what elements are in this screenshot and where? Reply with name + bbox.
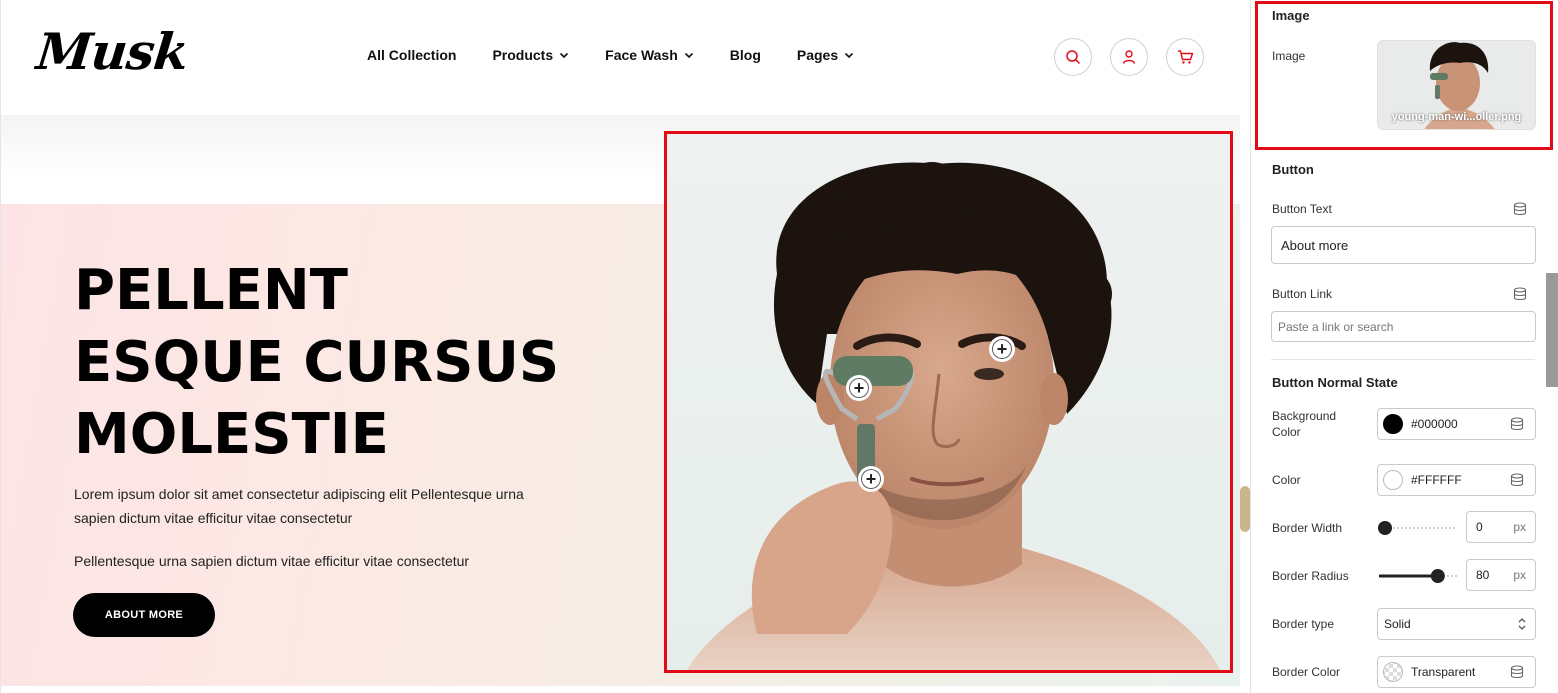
database-icon[interactable] [1510, 417, 1524, 431]
border-type-label: Border type [1272, 617, 1335, 631]
background-color-value: #000000 [1411, 417, 1458, 431]
hotspot-plus-button[interactable]: + [846, 375, 872, 401]
panel-scrollbar-thumb[interactable] [1546, 273, 1558, 387]
button-link-input[interactable]: Paste a link or search [1271, 311, 1536, 342]
button-text-input[interactable]: About more [1271, 226, 1536, 264]
border-color-label: Border Color [1272, 665, 1341, 679]
unit-label: px [1513, 568, 1526, 582]
border-radius-value: 80 [1476, 568, 1490, 582]
border-width-slider-track [1378, 521, 1457, 535]
hero-paragraph: Lorem ipsum dolor sit amet consectetur a… [74, 486, 524, 526]
border-type-select[interactable]: Solid [1377, 608, 1536, 640]
about-more-button[interactable]: ABOUT MORE [73, 593, 215, 637]
color-swatch [1383, 414, 1403, 434]
unit-label: px [1513, 520, 1526, 534]
database-icon[interactable] [1513, 287, 1527, 301]
search-icon [1066, 50, 1081, 65]
transparent-swatch [1383, 662, 1403, 682]
border-type-value: Solid [1384, 617, 1411, 631]
border-radius-label: Border Radius [1272, 569, 1349, 583]
nav-item-label: Products [492, 47, 554, 63]
nav-item-blog[interactable]: Blog [730, 47, 761, 63]
nav-item-all-collection[interactable]: All Collection [367, 47, 456, 63]
section-divider [1271, 359, 1535, 360]
hero-title-line: PELLENT [74, 258, 348, 323]
hotspot-plus-button[interactable]: + [858, 466, 884, 492]
main-nav: All Collection Products Face Wash Blog P… [367, 47, 854, 63]
hero-title-line: MOLESTIE [74, 402, 389, 467]
page-preview: Musk All Collection Products Face Wash B… [0, 0, 1240, 693]
button-text-label: Button Text [1272, 202, 1332, 216]
hero-image-selected[interactable]: + + + [664, 131, 1233, 673]
border-width-input[interactable]: 0 px [1466, 511, 1536, 543]
text-color-value: #FFFFFF [1411, 473, 1462, 487]
border-width-value: 0 [1476, 520, 1483, 534]
select-arrows-icon [1518, 618, 1526, 630]
database-icon[interactable] [1510, 473, 1524, 487]
border-width-label: Border Width [1272, 521, 1343, 535]
background-color-label: Background Color [1272, 409, 1337, 439]
preview-scrollbar-thumb[interactable] [1240, 486, 1250, 532]
color-swatch [1383, 470, 1403, 490]
normal-state-title: Button Normal State [1272, 375, 1398, 390]
hotspot-plus-button[interactable]: + [989, 336, 1015, 362]
search-button[interactable] [1054, 38, 1092, 76]
nav-item-label: Blog [729, 47, 761, 63]
cart-icon [1177, 50, 1193, 64]
selection-highlight [1255, 1, 1553, 150]
border-radius-slider[interactable] [1377, 568, 1459, 584]
site-header: Musk All Collection Products Face Wash B… [1, 0, 1240, 115]
nav-item-face-wash[interactable]: Face Wash [605, 47, 694, 63]
nav-item-label: Pages [796, 47, 839, 63]
site-logo[interactable]: Musk [34, 22, 191, 81]
chevron-down-icon [684, 52, 693, 59]
user-icon [1122, 50, 1136, 64]
button-section-title: Button [1272, 162, 1314, 177]
color-label: Color [1272, 473, 1301, 487]
chevron-down-icon [560, 52, 569, 59]
account-button[interactable] [1110, 38, 1148, 76]
nav-item-label: Face Wash [605, 47, 678, 63]
nav-item-label: All Collection [367, 47, 457, 63]
hero-portrait-image [687, 162, 1220, 670]
cart-button[interactable] [1166, 38, 1204, 76]
database-icon[interactable] [1510, 665, 1524, 679]
database-icon[interactable] [1513, 202, 1527, 216]
nav-item-pages[interactable]: Pages [797, 47, 854, 63]
hero-title: PELLENT ESQUE CURSUS MOLESTIE [74, 255, 634, 471]
hero-title-line: ESQUE CURSUS [74, 330, 560, 395]
nav-item-products[interactable]: Products [492, 47, 569, 63]
border-radius-input[interactable]: 80 px [1466, 559, 1536, 591]
hero-paragraph-secondary: Pellentesque urna sapien dictum vitae ef… [74, 553, 470, 569]
border-color-value: Transparent [1411, 665, 1476, 679]
button-link-label: Button Link [1272, 287, 1333, 301]
border-radius-slider-track [1379, 569, 1457, 583]
chevron-down-icon [845, 52, 854, 59]
border-width-slider[interactable] [1377, 520, 1459, 536]
